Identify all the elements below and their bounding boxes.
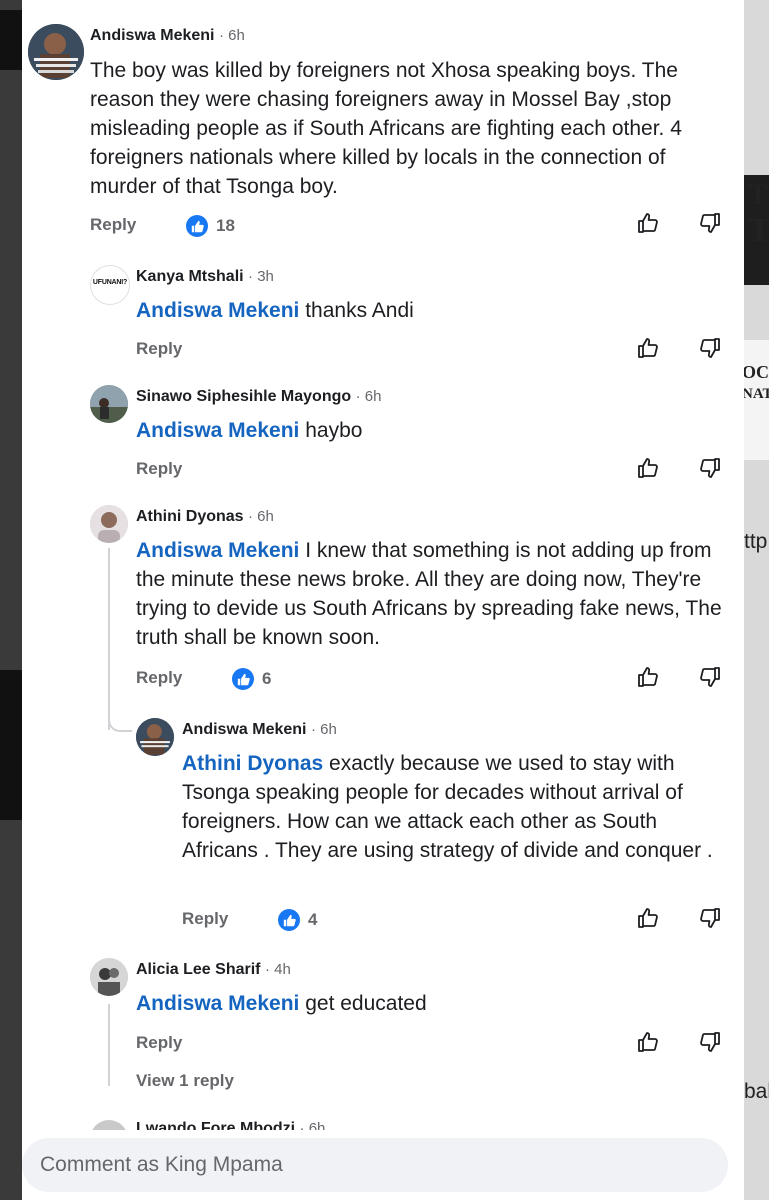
downvote-icon[interactable] xyxy=(698,1030,722,1054)
comment-author[interactable]: Lwando Fore Mbodzi · 6h xyxy=(136,1120,325,1130)
upvote-icon[interactable] xyxy=(636,665,660,689)
avatar[interactable] xyxy=(90,505,128,543)
comment-time: · 6h xyxy=(299,1120,326,1130)
upvote-icon[interactable] xyxy=(636,211,660,235)
upvote-icon[interactable] xyxy=(636,456,660,480)
mention-link[interactable]: Andiswa Mekeni xyxy=(136,299,299,322)
comment-text: Andiswa Mekeni thanks Andi xyxy=(136,299,414,322)
comment-author[interactable]: Andiswa Mekeni · 6h xyxy=(182,721,337,739)
comment-author[interactable]: Andiswa Mekeni · 6h xyxy=(90,27,245,45)
background-text-fragment: OC xyxy=(742,362,769,382)
reply-button[interactable]: Reply xyxy=(136,668,182,688)
background-dark-block xyxy=(0,670,22,820)
like-count: 4 xyxy=(308,910,318,929)
comment-time: · 6h xyxy=(218,27,245,44)
comment-sheet: Andiswa Mekeni · 6h The boy was killed b… xyxy=(22,0,744,1200)
comment-time: · 3h xyxy=(248,268,274,285)
like-reaction-icon xyxy=(186,215,208,237)
reaction-count[interactable]: 6 xyxy=(232,668,271,690)
thread-connector xyxy=(108,700,132,732)
downvote-icon[interactable] xyxy=(698,211,722,235)
downvote-icon[interactable] xyxy=(698,665,722,689)
view-replies-link[interactable]: View 1 reply xyxy=(136,1071,234,1091)
mention-link[interactable]: Athini Dyonas xyxy=(182,752,323,775)
background-left-edge xyxy=(0,0,22,1200)
downvote-icon[interactable] xyxy=(698,336,722,360)
background-text-fragment: NAT xyxy=(742,386,769,402)
downvote-icon[interactable] xyxy=(698,906,722,930)
avatar-photo-icon xyxy=(90,505,128,543)
like-reaction-icon xyxy=(278,909,300,931)
thread-line xyxy=(108,1004,110,1086)
comment-text: Athini Dyonas exactly because we used to… xyxy=(182,752,713,862)
upvote-icon[interactable] xyxy=(636,906,660,930)
upvote-icon[interactable] xyxy=(636,1030,660,1054)
upvote-icon[interactable] xyxy=(636,336,660,360)
partial-comment-row: Lwando Fore Mbodzi · 6h xyxy=(22,1108,744,1130)
avatar-photo-icon xyxy=(136,718,174,756)
avatar[interactable]: UFUNANI? xyxy=(90,265,130,305)
background-text-fragment: ttp xyxy=(744,530,768,553)
comment-input-placeholder: Comment as King Mpama xyxy=(40,1153,283,1176)
reaction-count[interactable]: 18 xyxy=(186,215,235,237)
reply-button[interactable]: Reply xyxy=(136,339,182,359)
comment-author[interactable]: Athini Dyonas · 6h xyxy=(136,508,274,526)
background-dark-block xyxy=(0,10,22,70)
reply-button[interactable]: Reply xyxy=(136,1033,182,1053)
reply-button[interactable]: Reply xyxy=(90,215,136,235)
mention-link[interactable]: Andiswa Mekeni xyxy=(136,992,299,1015)
comment-text: Andiswa Mekeni I knew that something is … xyxy=(136,539,722,649)
comment-time: · 6h xyxy=(248,508,274,525)
comment-text: Andiswa Mekeni haybo xyxy=(136,419,363,442)
reply-button[interactable]: Reply xyxy=(136,459,182,479)
comment-text: The boy was killed by foreigners not Xho… xyxy=(90,59,682,198)
avatar-photo-icon xyxy=(90,385,128,423)
like-reaction-icon xyxy=(232,668,254,690)
comment-time: · 6h xyxy=(355,388,382,405)
avatar[interactable] xyxy=(90,1120,128,1130)
comment-author[interactable]: Alicia Lee Sharif · 4h xyxy=(136,961,291,979)
mention-link[interactable]: Andiswa Mekeni xyxy=(136,539,299,562)
comment-time: · 6h xyxy=(310,721,337,738)
background-text-fragment: bal xyxy=(744,1080,769,1103)
reply-button[interactable]: Reply xyxy=(182,909,228,929)
background-text-fragment: T xyxy=(748,178,769,211)
comment-author[interactable]: Sinawo Siphesihle Mayongo · 6h xyxy=(136,388,381,406)
avatar-photo-icon xyxy=(28,24,84,80)
comment-time: · 4h xyxy=(264,961,291,978)
comment-composer[interactable]: Comment as King Mpama xyxy=(22,1138,728,1192)
avatar-photo-icon xyxy=(90,958,128,996)
avatar[interactable] xyxy=(90,958,128,996)
mention-link[interactable]: Andiswa Mekeni xyxy=(136,419,299,442)
avatar[interactable] xyxy=(28,24,84,80)
avatar[interactable] xyxy=(90,385,128,423)
reaction-count[interactable]: 4 xyxy=(278,909,317,931)
like-count: 18 xyxy=(216,216,235,235)
avatar-logo-text: UFUNANI? xyxy=(92,279,128,286)
comment-text: Andiswa Mekeni get educated xyxy=(136,992,427,1015)
like-count: 6 xyxy=(262,669,272,688)
background-text-fragment: T xyxy=(748,212,769,249)
downvote-icon[interactable] xyxy=(698,456,722,480)
comment-author[interactable]: Kanya Mtshali · 3h xyxy=(136,268,274,286)
avatar[interactable] xyxy=(136,718,174,756)
